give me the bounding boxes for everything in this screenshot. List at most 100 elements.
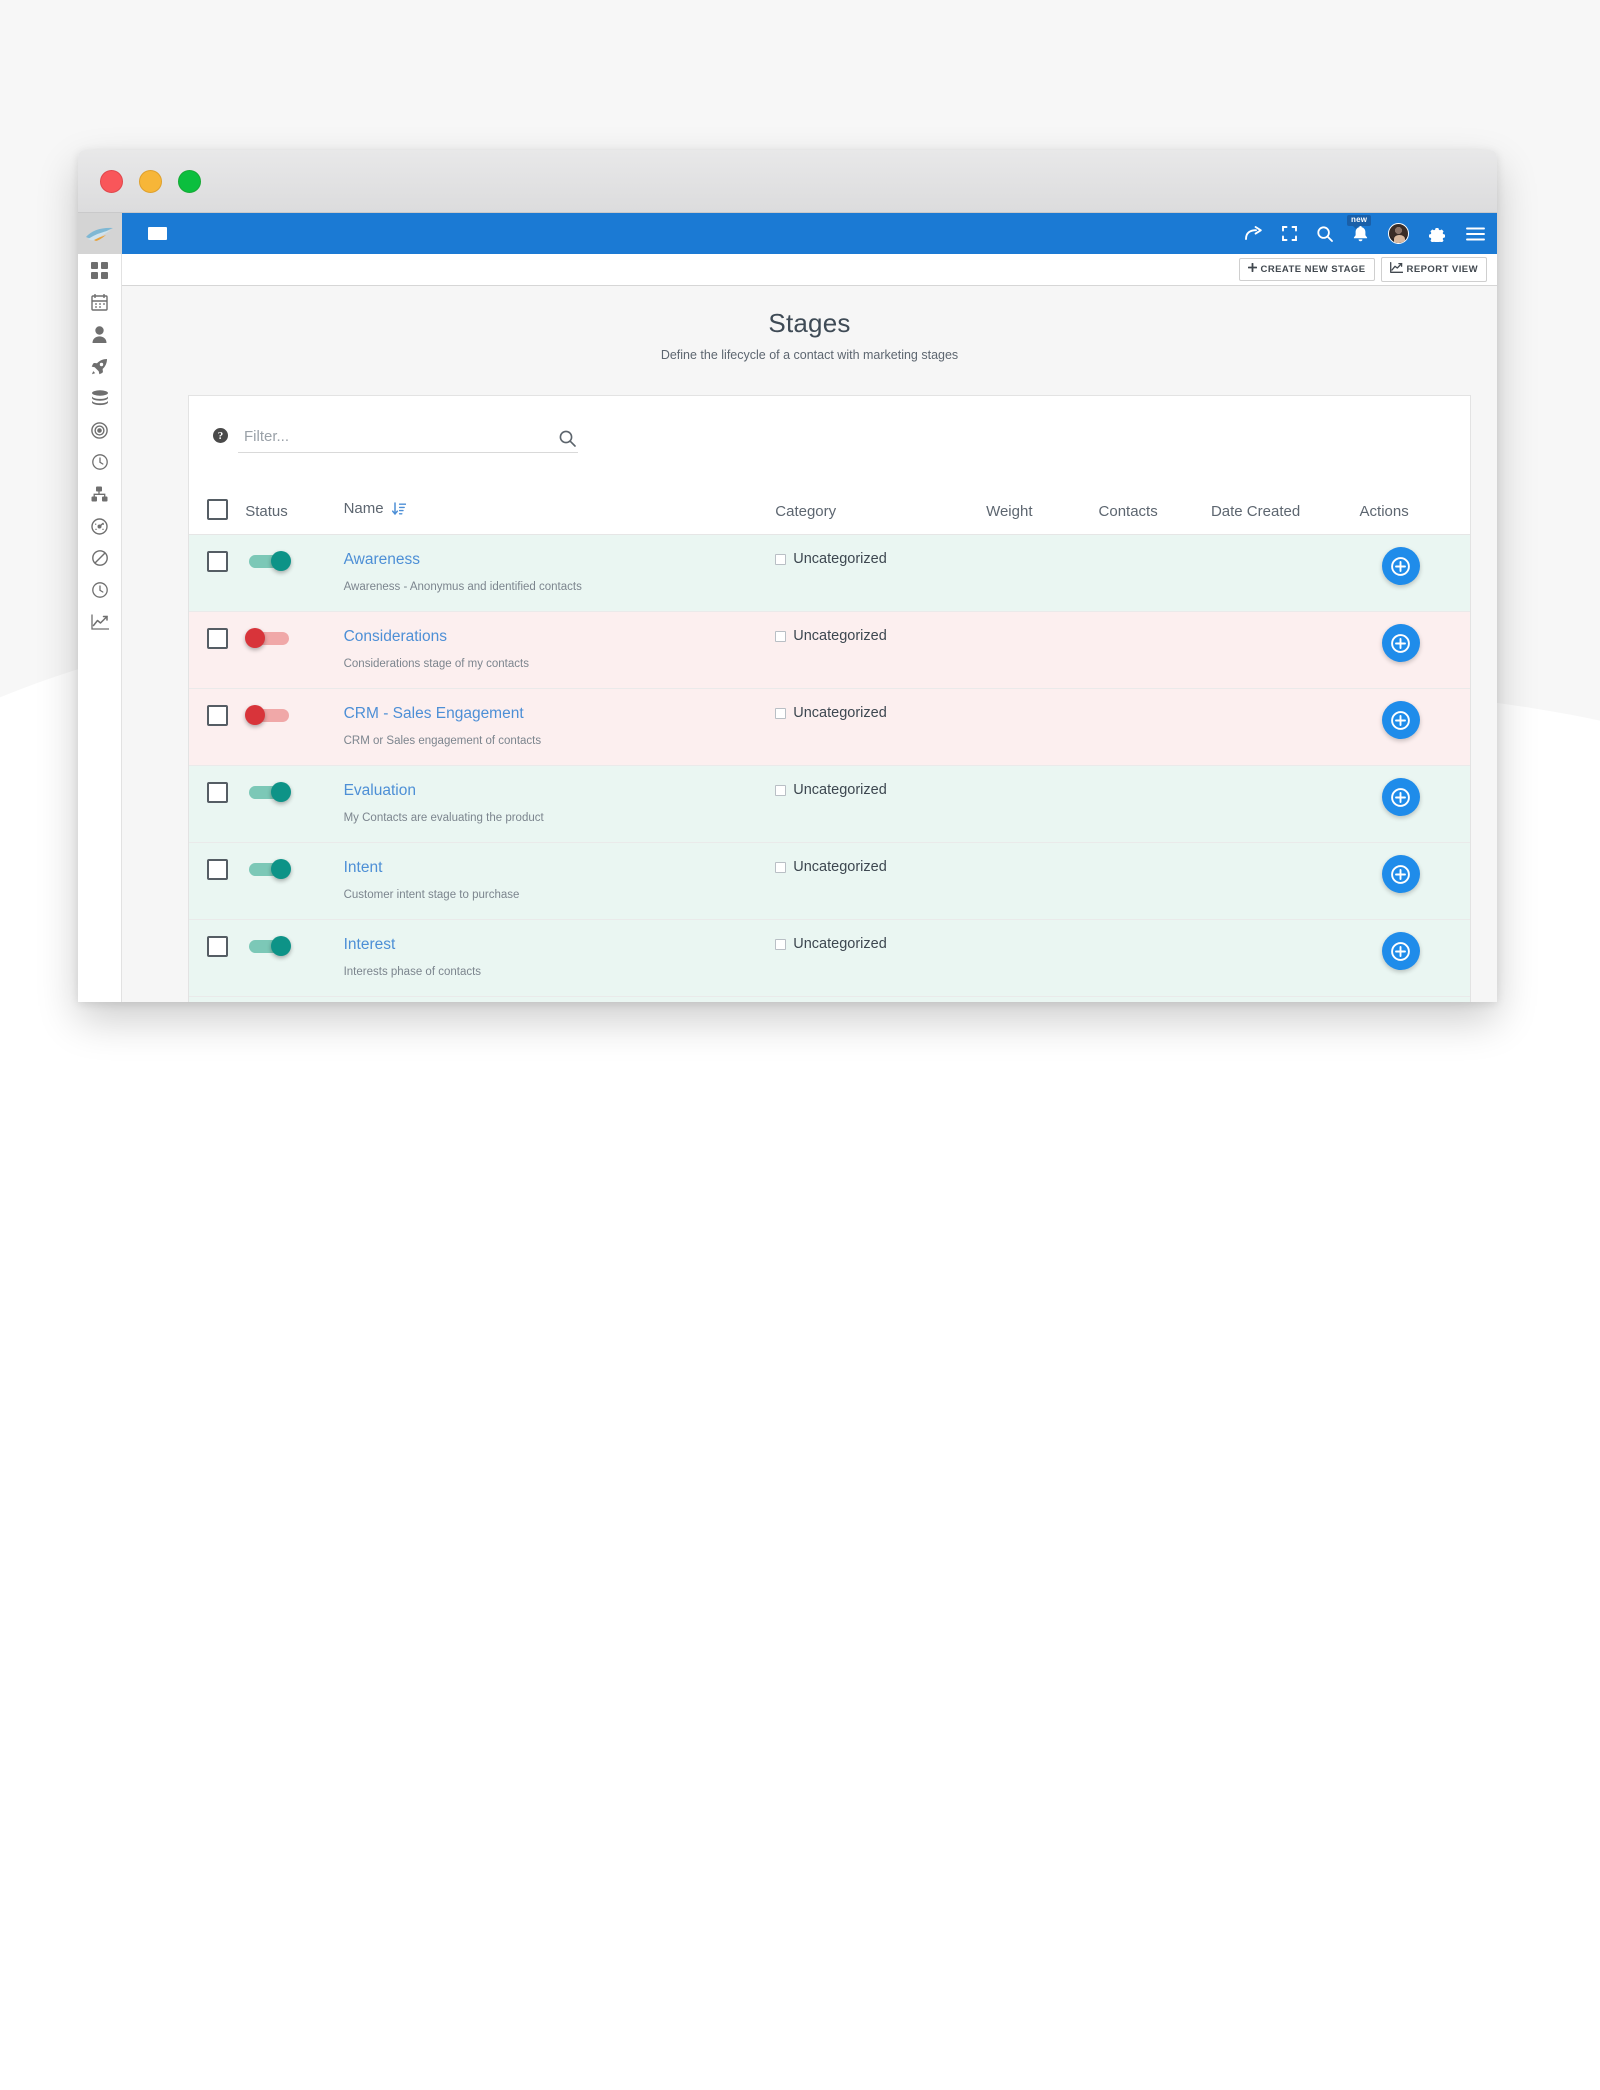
window-maximize-button[interactable]	[178, 170, 201, 193]
sidebar-item-reports[interactable]	[78, 606, 122, 638]
database-stack-icon	[91, 390, 109, 407]
status-toggle[interactable]	[245, 859, 291, 879]
sidebar-item-calendar[interactable]	[78, 286, 122, 318]
sidebar-item-history[interactable]	[78, 574, 122, 606]
search-icon[interactable]	[1317, 226, 1333, 242]
sidebar-item-dashboard[interactable]	[78, 254, 122, 286]
stages-table: Status Name	[189, 493, 1470, 1002]
avatar[interactable]	[1388, 223, 1409, 244]
stage-description: Customer intent stage to purchase	[344, 889, 776, 901]
stage-name-link[interactable]: Intent	[344, 859, 383, 876]
status-toggle[interactable]	[245, 628, 291, 648]
header-date-created[interactable]: Date Created	[1211, 493, 1360, 535]
stages-table-head: Status Name	[189, 493, 1470, 535]
header-category[interactable]: Category	[775, 493, 986, 535]
add-action-button[interactable]	[1382, 701, 1420, 739]
status-toggle[interactable]	[245, 705, 291, 725]
app-logo[interactable]	[78, 213, 122, 254]
window-close-button[interactable]	[100, 170, 123, 193]
person-icon	[92, 326, 107, 343]
row-status-cell	[245, 689, 343, 766]
add-action-button[interactable]	[1382, 547, 1420, 585]
add-action-button[interactable]	[1382, 932, 1420, 970]
grid-icon[interactable]	[148, 227, 167, 240]
stage-name-link[interactable]: Interest	[344, 936, 396, 953]
report-view-button[interactable]: REPORT VIEW	[1381, 257, 1487, 282]
filter-input[interactable]	[238, 423, 578, 452]
header-name[interactable]: Name	[344, 493, 776, 535]
header-status: Status	[245, 493, 343, 535]
category-checkbox[interactable]	[775, 554, 786, 565]
table-row: Evaluation My Contacts are evaluating th…	[189, 766, 1470, 843]
add-action-button[interactable]	[1382, 624, 1420, 662]
status-toggle[interactable]	[245, 551, 291, 571]
line-chart-icon	[1390, 262, 1403, 276]
rocket-icon	[91, 358, 108, 375]
left-sidebar	[78, 213, 122, 1002]
status-toggle[interactable]	[245, 782, 291, 802]
row-name-cell: lead	[344, 997, 776, 1003]
create-new-stage-button[interactable]: CREATE NEW STAGE	[1239, 258, 1375, 281]
category-checkbox[interactable]	[775, 862, 786, 873]
window-minimize-button[interactable]	[139, 170, 162, 193]
stage-description: CRM or Sales engagement of contacts	[344, 735, 776, 747]
stage-name-link[interactable]: Considerations	[344, 628, 447, 645]
plus-icon	[1248, 263, 1257, 275]
row-checkbox[interactable]	[207, 782, 228, 803]
row-category-cell: Uncategorized	[775, 997, 986, 1003]
toggle-knob	[271, 551, 291, 571]
sidebar-item-goals[interactable]	[78, 414, 122, 446]
row-checkbox[interactable]	[207, 936, 228, 957]
clock-icon	[92, 582, 108, 598]
add-action-button[interactable]	[1382, 778, 1420, 816]
row-select-cell	[189, 535, 245, 612]
search-icon[interactable]	[559, 430, 576, 447]
add-action-button[interactable]	[1382, 855, 1420, 893]
category-label: Uncategorized	[793, 859, 887, 875]
sidebar-item-blocked[interactable]	[78, 542, 122, 574]
stage-name-link[interactable]: Awareness	[344, 551, 420, 568]
row-checkbox[interactable]	[207, 551, 228, 572]
row-name-cell: Interest Interests phase of contacts	[344, 920, 776, 997]
notifications-bell-icon[interactable]: new	[1353, 226, 1368, 242]
sidebar-item-performance[interactable]	[78, 510, 122, 542]
category-checkbox[interactable]	[775, 939, 786, 950]
sidebar-item-scheduling[interactable]	[78, 446, 122, 478]
row-status-cell	[245, 535, 343, 612]
row-date-created-cell	[1211, 843, 1360, 920]
gear-icon[interactable]	[1429, 225, 1446, 242]
row-checkbox[interactable]	[207, 859, 228, 880]
share-icon[interactable]	[1245, 226, 1262, 241]
row-date-created-cell	[1211, 612, 1360, 689]
sidebar-item-integrations[interactable]	[78, 478, 122, 510]
clock-icon	[92, 454, 108, 470]
select-all-checkbox[interactable]	[207, 499, 228, 520]
category-checkbox[interactable]	[775, 785, 786, 796]
add-circle-icon	[1390, 864, 1411, 885]
sitemap-icon	[91, 486, 108, 503]
stage-name-link[interactable]: CRM - Sales Engagement	[344, 705, 524, 722]
row-weight-cell	[986, 612, 1098, 689]
category-checkbox[interactable]	[775, 631, 786, 642]
header-weight[interactable]: Weight	[986, 493, 1098, 535]
row-status-cell	[245, 843, 343, 920]
hamburger-menu-icon[interactable]	[1466, 227, 1485, 241]
row-contacts-cell	[1099, 612, 1211, 689]
row-select-cell	[189, 997, 245, 1003]
fullscreen-icon[interactable]	[1282, 226, 1297, 241]
row-actions-cell	[1360, 997, 1470, 1003]
sidebar-item-campaigns[interactable]	[78, 350, 122, 382]
row-checkbox[interactable]	[207, 628, 228, 649]
category-checkbox[interactable]	[775, 708, 786, 719]
status-toggle[interactable]	[245, 936, 291, 956]
row-contacts-cell	[1099, 920, 1211, 997]
row-weight-cell	[986, 920, 1098, 997]
row-checkbox[interactable]	[207, 705, 228, 726]
sidebar-item-contacts[interactable]	[78, 318, 122, 350]
report-view-label: REPORT VIEW	[1407, 264, 1478, 275]
stage-name-link[interactable]: Evaluation	[344, 782, 416, 799]
help-icon[interactable]: ?	[213, 428, 228, 443]
sidebar-item-data[interactable]	[78, 382, 122, 414]
category-label: Uncategorized	[793, 551, 887, 567]
page-header: Stages Define the lifecycle of a contact…	[122, 286, 1497, 368]
